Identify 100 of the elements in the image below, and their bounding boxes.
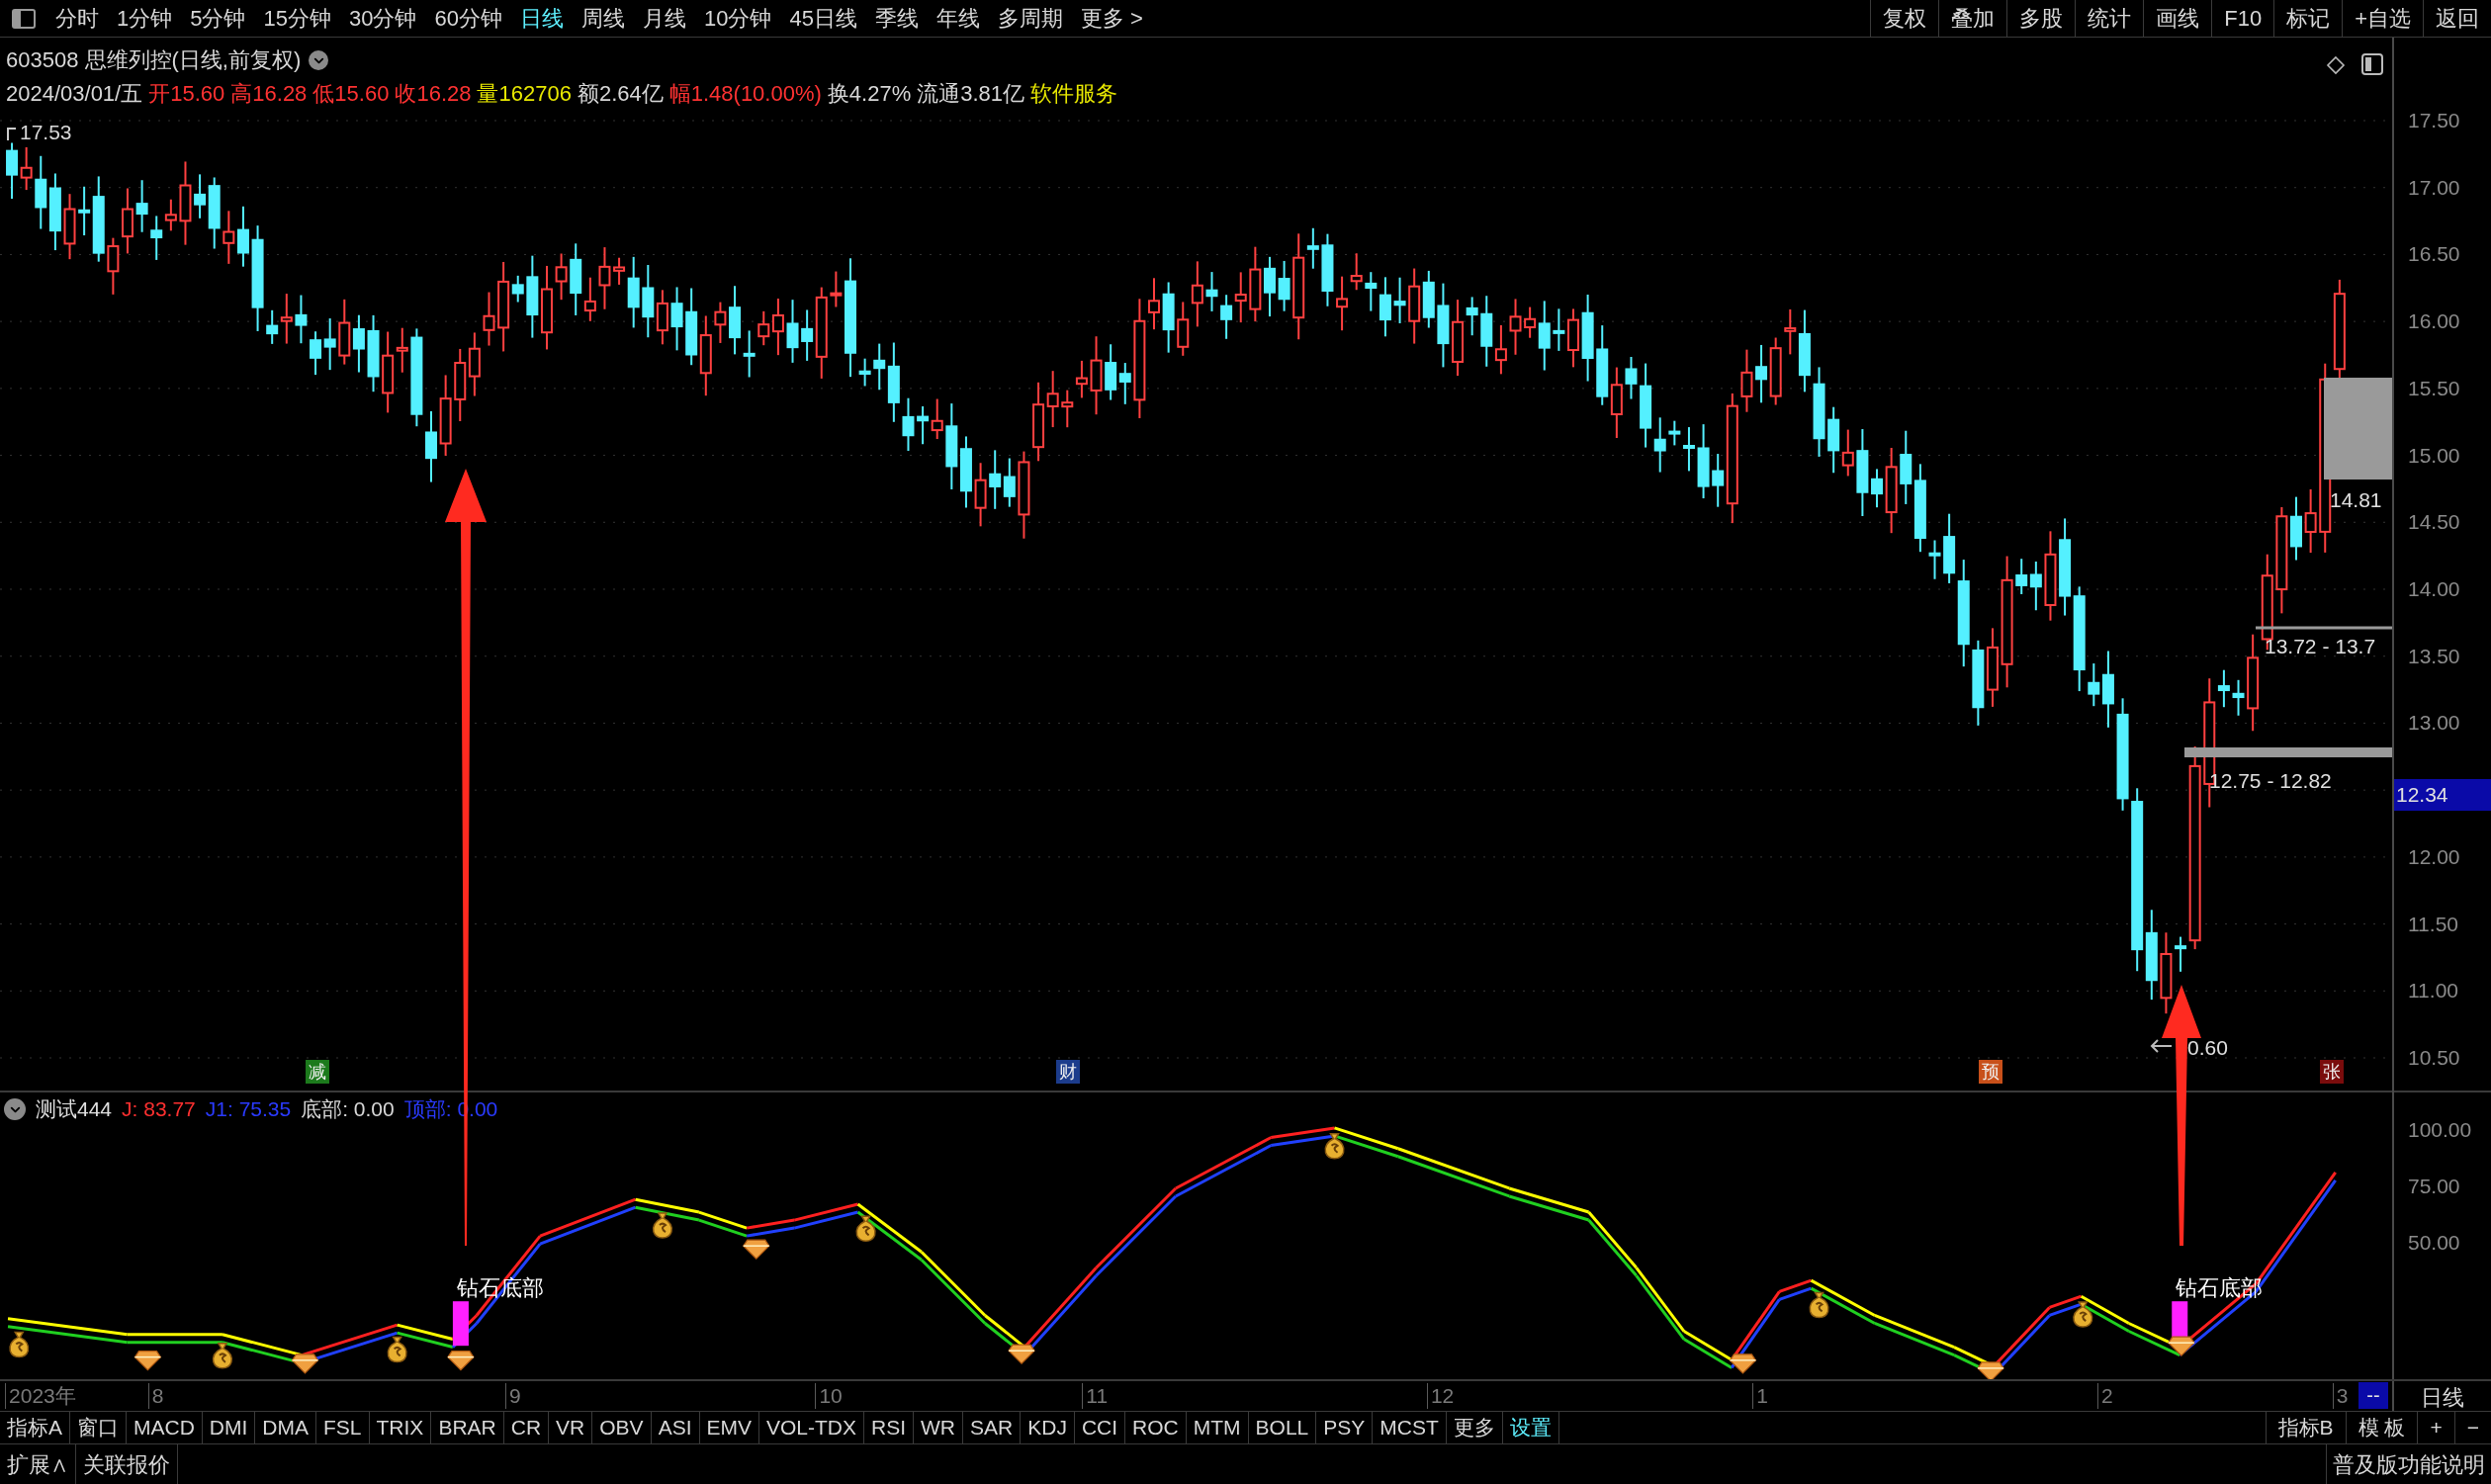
period-tab[interactable]: 5分钟 xyxy=(190,2,246,35)
help-link[interactable]: 普及版功能说明 xyxy=(2326,1444,2491,1484)
panel-tab[interactable]: 指标B xyxy=(2265,1412,2346,1443)
panel-toggle-icon[interactable] xyxy=(12,8,36,29)
event-marker[interactable]: 预 xyxy=(1979,1060,2003,1084)
indicator-tab[interactable]: KDJ xyxy=(1021,1412,1075,1443)
price-axis-label: 13.50 xyxy=(2408,645,2460,666)
period-tab[interactable]: 60分钟 xyxy=(434,2,502,35)
price-axis-label: 15.00 xyxy=(2408,444,2460,466)
indicator-tab[interactable]: 窗口 xyxy=(70,1412,127,1443)
indicator-tab[interactable]: VR xyxy=(549,1412,593,1443)
toolbar-button[interactable]: 复权 xyxy=(1870,0,1939,37)
toolbar-button[interactable]: 叠加 xyxy=(1938,0,2007,37)
panel-tab[interactable]: 模 板 xyxy=(2345,1412,2418,1443)
period-tab[interactable]: 季线 xyxy=(874,2,919,35)
period-tab[interactable]: 月线 xyxy=(642,2,686,35)
toolbar-button[interactable]: 返回 xyxy=(2423,0,2491,37)
stock-title: 603508 思维列控(日线,前复权) xyxy=(6,46,302,74)
indicator-axis-label: 50.00 xyxy=(2408,1232,2460,1253)
money-bag-icon xyxy=(1809,1291,1829,1319)
toolbar-button[interactable]: 统计 xyxy=(2075,0,2144,37)
period-button[interactable]: 日线 xyxy=(2392,1381,2491,1411)
diamond-icon xyxy=(133,1351,162,1371)
period-tab[interactable]: 10分钟 xyxy=(703,2,772,35)
status-tab[interactable]: 关联报价 xyxy=(76,1444,178,1484)
period-tab[interactable]: 1分钟 xyxy=(117,2,173,35)
money-bag-icon xyxy=(855,1215,876,1243)
price-axis-label: 13.00 xyxy=(2408,712,2460,734)
period-tab[interactable]: 45日线 xyxy=(789,2,857,35)
indicator-tab[interactable]: BOLL xyxy=(1248,1412,1317,1443)
period-tab[interactable]: 15分钟 xyxy=(263,2,331,35)
indicator-tab[interactable]: FSL xyxy=(316,1412,370,1443)
quote-field: 软件服务 xyxy=(1030,77,1118,111)
indicator-tab[interactable]: ASI xyxy=(651,1412,700,1443)
date-axis-label: 3 xyxy=(2332,1383,2349,1409)
indicator-value: J1: 75.35 xyxy=(205,1096,292,1122)
price-axis-label: 17.00 xyxy=(2408,176,2460,198)
date-axis-label: 10 xyxy=(815,1383,843,1409)
indicator-tab[interactable]: 更多 xyxy=(1446,1412,1503,1443)
indicator-tab[interactable]: TRIX xyxy=(369,1412,432,1443)
low-price-label: 0.60 xyxy=(2187,1035,2228,1061)
toolbar-button[interactable]: 多股 xyxy=(2006,0,2076,37)
money-bag-icon xyxy=(387,1336,407,1363)
status-tab[interactable]: 扩展∧ xyxy=(0,1444,76,1484)
indicator-tab[interactable]: RSI xyxy=(864,1412,915,1443)
indicator-tab[interactable]: MCST xyxy=(1373,1412,1447,1443)
quote-field: 量162706 xyxy=(477,77,572,111)
indicator-tab[interactable]: 指标A xyxy=(0,1412,70,1443)
money-bag-icon xyxy=(2073,1301,2093,1328)
diamond-icon xyxy=(1729,1353,1757,1374)
date-axis-label: 1 xyxy=(1752,1383,1768,1409)
price-zone-label: 14.81 xyxy=(2330,487,2382,513)
period-tab[interactable]: 30分钟 xyxy=(349,2,417,35)
toolbar-button[interactable]: 标记 xyxy=(2273,0,2343,37)
indicator-tab[interactable]: CR xyxy=(503,1412,550,1443)
date-axis-label: 8 xyxy=(147,1383,164,1409)
money-bag-icon xyxy=(9,1331,30,1358)
indicator-tab[interactable]: DMI xyxy=(202,1412,256,1443)
indicator-tab[interactable]: EMV xyxy=(699,1412,759,1443)
money-bag-icon xyxy=(652,1212,673,1239)
price-axis-label: 15.50 xyxy=(2408,377,2460,398)
toolbar-button[interactable]: +自选 xyxy=(2342,0,2423,37)
toolbar-button[interactable]: F10 xyxy=(2211,0,2274,37)
indicator-tab[interactable]: CCI xyxy=(1074,1412,1126,1443)
collapse-icon[interactable] xyxy=(4,1098,26,1120)
indicator-tab[interactable]: VOL-TDX xyxy=(759,1412,865,1443)
dropdown-icon[interactable] xyxy=(309,50,329,70)
period-tab[interactable]: 多周期 xyxy=(997,2,1063,35)
diamond-outline-icon[interactable] xyxy=(2326,55,2346,75)
diamond-icon xyxy=(1977,1361,2004,1379)
indicator-tab[interactable]: OBV xyxy=(592,1412,652,1443)
indicator-tab[interactable]: BRAR xyxy=(431,1412,504,1443)
toolbar-button[interactable]: 画线 xyxy=(2143,0,2212,37)
price-axis-label: 16.00 xyxy=(2408,310,2460,332)
date-axis-label: 2023年 xyxy=(5,1383,76,1409)
indicator-tab[interactable]: MACD xyxy=(127,1412,203,1443)
indicator-tab[interactable]: ROC xyxy=(1125,1412,1187,1443)
indicator-tab[interactable]: MTM xyxy=(1186,1412,1249,1443)
period-tab[interactable]: 日线 xyxy=(519,2,564,35)
event-marker[interactable]: 减 xyxy=(306,1060,330,1084)
indicator-tab[interactable]: 设置 xyxy=(1502,1412,1559,1443)
indicator-tab[interactable]: PSY xyxy=(1316,1412,1374,1443)
event-marker[interactable]: 财 xyxy=(1055,1060,1080,1084)
indicator-tab[interactable]: DMA xyxy=(255,1412,317,1443)
panel-tab[interactable]: + xyxy=(2417,1412,2454,1443)
panel-tab[interactable]: − xyxy=(2453,1412,2491,1443)
quote-field: 收16.28 xyxy=(395,77,472,111)
period-tab[interactable]: 年线 xyxy=(935,2,980,35)
price-axis-label: 12.00 xyxy=(2408,845,2460,867)
period-tab[interactable]: 更多 > xyxy=(1080,2,1143,35)
period-tab[interactable]: 周线 xyxy=(580,2,625,35)
event-marker[interactable]: 张 xyxy=(2320,1060,2345,1084)
price-zone-label: 12.75 - 12.82 xyxy=(2209,768,2332,794)
panel-layout-icon[interactable] xyxy=(2361,53,2383,75)
indicator-tab[interactable]: WR xyxy=(914,1412,964,1443)
indicator-value: J: 83.77 xyxy=(122,1096,196,1122)
period-tab[interactable]: 分时 xyxy=(55,2,99,35)
price-axis-label: 14.00 xyxy=(2408,578,2460,599)
price-zone-label: 13.72 - 13.7 xyxy=(2265,634,2376,659)
indicator-tab[interactable]: SAR xyxy=(963,1412,1022,1443)
